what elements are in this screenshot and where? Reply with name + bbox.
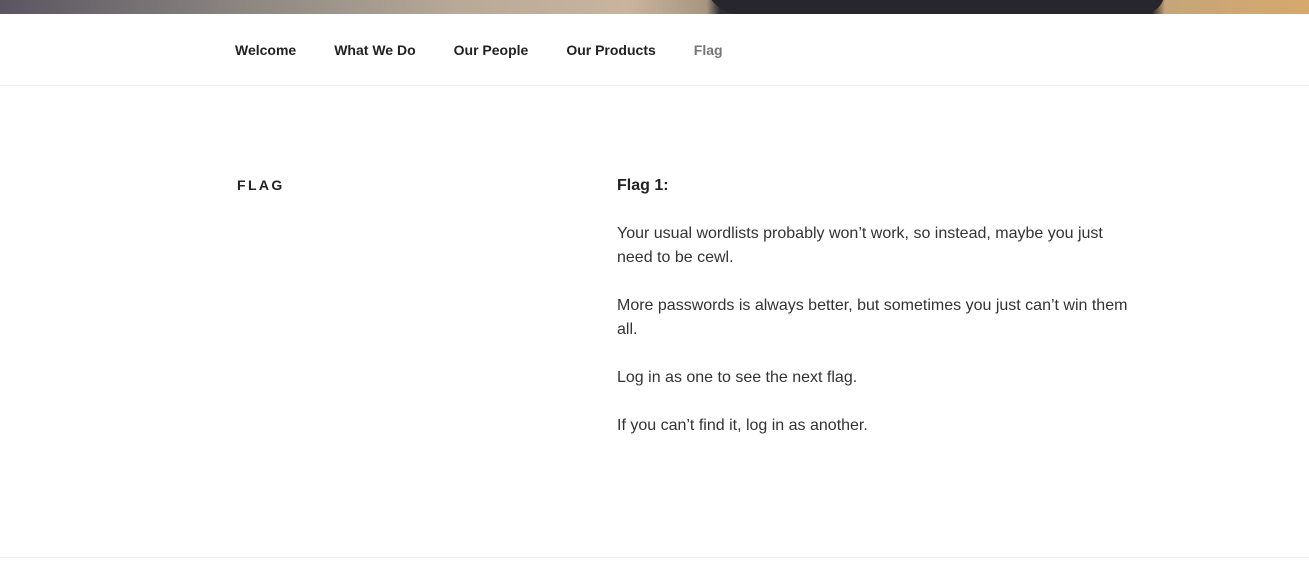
top-navigation: Welcome What We Do Our People Our Produc… (0, 14, 1309, 86)
entry-content: Flag 1: Your usual wordlists probably wo… (617, 174, 1132, 462)
nav-item-flag[interactable]: Flag (675, 42, 742, 58)
footer-divider (0, 557, 1309, 558)
paragraph-wordlists: Your usual wordlists probably won’t work… (617, 225, 1103, 266)
nav-item-what-we-do[interactable]: What We Do (315, 42, 434, 58)
nav-item-our-people[interactable]: Our People (435, 42, 548, 58)
nav-menu: Welcome What We Do Our People Our Produc… (216, 14, 742, 86)
paragraph-passwords: More passwords is always better, but som… (617, 297, 1128, 338)
paragraph-log-in-another: If you can’t find it, log in as another. (617, 417, 868, 434)
paragraph-log-in-one: Log in as one to see the next flag. (617, 369, 858, 386)
nav-item-welcome[interactable]: Welcome (216, 42, 315, 58)
nav-item-our-products[interactable]: Our Products (547, 42, 674, 58)
header-image-shape (705, 0, 1165, 14)
flag-heading: Flag 1: (617, 177, 669, 194)
header-image (0, 0, 1309, 14)
page-title: FLAG (237, 177, 285, 193)
main-content: FLAG Flag 1: Your usual wordlists probab… (0, 86, 1309, 557)
